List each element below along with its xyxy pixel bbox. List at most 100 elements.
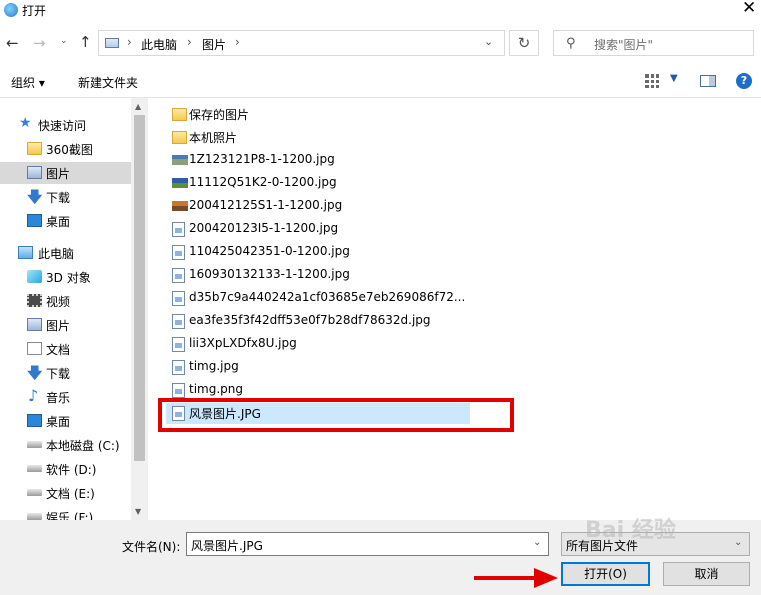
search-placeholder: 搜索"图片" <box>594 38 654 52</box>
breadcrumb-pictures[interactable]: 图片 <box>202 36 226 53</box>
list-item[interactable]: 160930132133-1-1200.jpg <box>170 265 470 286</box>
sidebar-item-label: 快速访问 <box>38 119 87 133</box>
sidebar-item-label: 此电脑 <box>38 247 75 261</box>
filename-dropdown-chevron-icon[interactable]: ⌄ <box>533 537 541 548</box>
list-item[interactable]: 本机照片 <box>170 127 470 148</box>
sidebar-item-drive-c[interactable]: 本地磁盘 (C:) <box>0 434 131 456</box>
image-file-icon <box>172 268 185 283</box>
preview-pane-icon[interactable] <box>700 75 716 87</box>
list-item[interactable]: 200420123I5-1-1200.jpg <box>170 219 470 240</box>
annotation-arrow-icon <box>474 568 558 588</box>
filter-dropdown-chevron-icon[interactable]: ⌄ <box>734 537 742 548</box>
pictures-icon <box>27 318 42 331</box>
file-name: ea3fe35f3f42dff53e0f7b28df78632d.jpg <box>189 313 431 327</box>
title-bar: 打开 ✕ <box>0 0 761 22</box>
list-item[interactable]: 1Z123121P8-1-1200.jpg <box>170 150 470 171</box>
sidebar-item-label: 360截图 <box>46 143 93 157</box>
sidebar-item-label: 下载 <box>46 367 71 381</box>
image-file-icon <box>172 222 185 237</box>
sidebar-item-quick-access[interactable]: ★ 快速访问 <box>0 114 131 136</box>
list-item[interactable]: lii3XpLXDfx8U.jpg <box>170 334 470 355</box>
sidebar-item-pictures[interactable]: 图片 <box>0 314 131 336</box>
file-name: 200420123I5-1-1200.jpg <box>189 221 339 235</box>
list-item[interactable]: 110425042351-0-1200.jpg <box>170 242 470 263</box>
recent-locations-chevron-icon[interactable]: ⌄ <box>60 36 68 46</box>
file-name: timg.png <box>189 382 243 396</box>
file-name: d35b7c9a440242a1cf03685e7eb269086f72... <box>189 290 466 304</box>
list-item[interactable]: ea3fe35f3f42dff53e0f7b28df78632d.jpg <box>170 311 470 332</box>
new-folder-button[interactable]: 新建文件夹 <box>78 74 138 91</box>
sidebar-item-pictures-quick[interactable]: 图片 <box>0 162 131 184</box>
breadcrumb-separator: › <box>235 35 240 49</box>
drive-icon <box>27 465 42 472</box>
filename-input[interactable]: 风景图片.JPG ⌄ <box>186 532 549 556</box>
forward-arrow-icon[interactable]: → <box>33 34 46 52</box>
sidebar-item-drive-d[interactable]: 软件 (D:) <box>0 458 131 480</box>
help-icon[interactable]: ? <box>736 73 752 89</box>
sidebar-item-desktop[interactable]: 桌面 <box>0 410 131 432</box>
list-item[interactable]: d35b7c9a440242a1cf03685e7eb269086f72... <box>170 288 470 309</box>
list-item[interactable]: timg.jpg <box>170 357 470 378</box>
sidebar-item-desktop-quick[interactable]: 桌面 <box>0 210 131 232</box>
sidebar-item-music[interactable]: ♪ 音乐 <box>0 386 131 408</box>
annotation-highlight-box <box>158 398 514 432</box>
download-icon: 🡇 <box>27 364 43 382</box>
file-name: timg.jpg <box>189 359 239 373</box>
file-name: lii3XpLXDfx8U.jpg <box>189 336 297 350</box>
sidebar-item-videos[interactable]: 视频 <box>0 290 131 312</box>
file-name: 本机照片 <box>189 131 238 145</box>
address-dropdown-chevron-icon[interactable]: ⌄ <box>484 35 493 48</box>
sidebar-item-label: 软件 (D:) <box>46 463 97 477</box>
sidebar-item-label: 桌面 <box>46 415 71 429</box>
sidebar-item-360-screenshots[interactable]: 360截图 <box>0 138 131 160</box>
sidebar-item-label: 音乐 <box>46 391 71 405</box>
star-icon: ★ <box>19 115 32 131</box>
desktop-icon <box>27 414 42 427</box>
sidebar-scrollbar-thumb[interactable] <box>134 115 145 461</box>
sidebar-item-label: 视频 <box>46 295 71 309</box>
list-item[interactable]: 200412125S1-1-1200.jpg <box>170 196 470 217</box>
breadcrumb-this-pc[interactable]: 此电脑 <box>141 36 177 53</box>
list-item[interactable]: 11112Q51K2-0-1200.jpg <box>170 173 470 194</box>
filename-label: 文件名(N): <box>122 540 181 554</box>
image-thumbnail-icon <box>172 155 188 165</box>
folder-location-icon <box>105 38 119 48</box>
back-arrow-icon[interactable]: ← <box>6 34 19 52</box>
scroll-down-arrow-icon[interactable]: ▼ <box>135 507 141 516</box>
view-options-grid-icon[interactable] <box>645 74 659 88</box>
open-button[interactable]: 打开(O) <box>561 562 650 586</box>
sidebar-item-label: 文档 <box>46 343 71 357</box>
close-icon[interactable]: ✕ <box>742 0 756 18</box>
organize-button[interactable]: 组织 ▾ <box>11 74 45 91</box>
list-item[interactable]: 保存的图片 <box>170 104 470 125</box>
sidebar-item-3d-objects[interactable]: 3D 对象 <box>0 266 131 288</box>
sidebar-item-documents[interactable]: 文档 <box>0 338 131 360</box>
sidebar-item-label: 图片 <box>46 167 71 181</box>
sidebar-item-label: 3D 对象 <box>46 271 91 285</box>
up-arrow-icon[interactable]: ↑ <box>79 33 92 51</box>
sidebar-item-this-pc[interactable]: 此电脑 <box>0 242 131 264</box>
file-name: 保存的图片 <box>189 108 250 122</box>
cancel-button[interactable]: 取消 <box>663 562 750 586</box>
sidebar-item-downloads[interactable]: 🡇 下载 <box>0 362 131 384</box>
file-name: 11112Q51K2-0-1200.jpg <box>189 175 337 189</box>
search-icon: ⚲ <box>566 36 576 51</box>
computer-icon <box>18 246 33 259</box>
music-icon: ♪ <box>28 386 39 405</box>
address-bar[interactable]: › 此电脑 › 图片 › ⌄ <box>98 30 505 56</box>
file-name: 200412125S1-1-1200.jpg <box>189 198 343 212</box>
document-icon <box>27 342 42 355</box>
3d-objects-icon <box>27 270 42 283</box>
sidebar-item-drive-f[interactable]: 娱乐 (F:) <box>0 506 131 520</box>
navigation-pane: ★ 快速访问 360截图 图片 🡇 下载 桌面 此电脑 3D 对象 视频 图片 … <box>0 98 148 520</box>
search-input[interactable]: ⚲ 搜索"图片" <box>553 30 754 56</box>
refresh-icon[interactable]: ↻ <box>509 30 539 56</box>
scroll-up-arrow-icon[interactable]: ▲ <box>135 102 141 111</box>
folder-icon <box>27 142 42 155</box>
file-name: 160930132133-1-1200.jpg <box>189 267 350 281</box>
arrow-head <box>534 568 558 588</box>
folder-icon <box>172 108 187 121</box>
sidebar-item-downloads-quick[interactable]: 🡇 下载 <box>0 186 131 208</box>
sidebar-item-drive-e[interactable]: 文档 (E:) <box>0 482 131 504</box>
view-dropdown-triangle-icon[interactable]: ▼ <box>670 73 678 84</box>
